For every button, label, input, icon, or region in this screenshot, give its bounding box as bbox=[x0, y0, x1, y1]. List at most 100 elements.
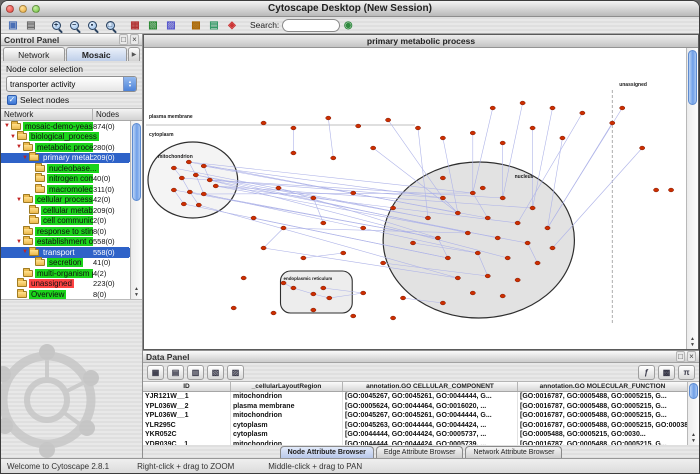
network-node[interactable] bbox=[351, 191, 356, 195]
float-panel-icon[interactable]: □ bbox=[119, 34, 128, 45]
new-network-from-selection-icon[interactable]: ▧ bbox=[145, 18, 161, 33]
network-node[interactable] bbox=[181, 202, 186, 206]
delete-attribute-icon[interactable]: ▧ bbox=[207, 365, 224, 380]
expand-arrow-icon[interactable]: ▼ bbox=[21, 249, 29, 255]
network-node[interactable] bbox=[179, 176, 184, 180]
network-node[interactable] bbox=[311, 196, 316, 200]
network-node[interactable] bbox=[400, 296, 405, 300]
network-node[interactable] bbox=[435, 236, 440, 240]
tree-item[interactable]: ▼mosaic-demo-yeast874(0) bbox=[1, 121, 129, 132]
network-node[interactable] bbox=[193, 173, 198, 177]
network-node[interactable] bbox=[500, 141, 505, 145]
tree-item[interactable]: multi-organism pro...4(2) bbox=[1, 268, 129, 279]
network-vscrollbar-thumb[interactable] bbox=[688, 50, 697, 105]
table-vscrollbar[interactable]: ▲▼ bbox=[687, 382, 699, 445]
tree-item[interactable]: nucleobase... bbox=[1, 163, 129, 174]
expand-arrow-icon[interactable]: ▼ bbox=[3, 123, 11, 129]
tab-overflow-arrow[interactable]: ▶ bbox=[128, 47, 140, 61]
float-data-panel-icon[interactable]: □ bbox=[676, 351, 685, 362]
network-node[interactable] bbox=[361, 226, 366, 230]
tree-item[interactable]: ▼establishment of lo...558(0) bbox=[1, 237, 129, 248]
network-node[interactable] bbox=[505, 256, 510, 260]
network-node[interactable] bbox=[525, 241, 530, 245]
network-node[interactable] bbox=[440, 176, 445, 180]
network-node[interactable] bbox=[361, 291, 366, 295]
zoom-in-icon[interactable]: + bbox=[48, 18, 64, 33]
network-node[interactable] bbox=[530, 206, 535, 210]
network-node[interactable] bbox=[445, 256, 450, 260]
tree-item[interactable]: ▼metabolic process280(0) bbox=[1, 142, 129, 153]
tab-edge-attribute-browser[interactable]: Edge Attribute Browser bbox=[376, 446, 464, 458]
network-node[interactable] bbox=[326, 116, 331, 120]
network-node[interactable] bbox=[550, 246, 555, 250]
network-node[interactable] bbox=[231, 306, 236, 310]
match-attributes-icon[interactable]: ▨ bbox=[227, 365, 244, 380]
tree-item[interactable]: ▼biological_process bbox=[1, 132, 129, 143]
zoom-out-icon[interactable]: − bbox=[66, 18, 82, 33]
network-canvas[interactable]: plasma membranecytoplasmmitochondrionnuc… bbox=[144, 48, 698, 349]
network-node[interactable] bbox=[610, 121, 615, 125]
attribute-combobox[interactable]: transporter activity ▲▼ bbox=[6, 76, 137, 92]
table-row[interactable]: YJR121W__1mitochondrion[GO:0045267, GO:0… bbox=[143, 392, 699, 402]
hide-selected-icon[interactable]: ▦ bbox=[127, 18, 143, 33]
table-vscrollbar-arrows[interactable]: ▲▼ bbox=[688, 432, 699, 444]
open-session-icon[interactable]: ▤ bbox=[23, 18, 39, 33]
expand-arrow-icon[interactable]: ▼ bbox=[15, 197, 23, 203]
network-node[interactable] bbox=[485, 216, 490, 220]
table-row[interactable]: YLR295Ccytoplasm[GO:0045263, GO:0044444,… bbox=[143, 421, 699, 431]
search-options-icon[interactable]: ◉ bbox=[340, 18, 356, 33]
tree-item[interactable]: Overview8(0) bbox=[1, 289, 129, 300]
zoom-selected-icon[interactable]: ▪ bbox=[84, 18, 100, 33]
network-node[interactable] bbox=[261, 246, 266, 250]
tree-column-nodes[interactable]: Nodes bbox=[93, 109, 142, 120]
import-attributes-file-icon[interactable]: ▩ bbox=[658, 365, 675, 380]
network-node[interactable] bbox=[470, 291, 475, 295]
search-input[interactable] bbox=[282, 19, 340, 32]
tree-item[interactable]: nitrogen compo...40(0) bbox=[1, 174, 129, 185]
network-node[interactable] bbox=[187, 190, 192, 194]
select-all-attributes-icon[interactable]: ▦ bbox=[147, 365, 164, 380]
network-node[interactable] bbox=[455, 211, 460, 215]
network-node[interactable] bbox=[356, 124, 361, 128]
network-node[interactable] bbox=[186, 160, 191, 164]
network-node[interactable] bbox=[171, 188, 176, 192]
network-node[interactable] bbox=[440, 136, 445, 140]
new-session-icon[interactable]: ▣ bbox=[5, 18, 21, 33]
network-node[interactable] bbox=[654, 188, 659, 192]
network-node[interactable] bbox=[276, 186, 281, 190]
network-node[interactable] bbox=[301, 256, 306, 260]
tree-scrollbar-arrows[interactable]: ▲▼ bbox=[131, 286, 142, 298]
network-node[interactable] bbox=[500, 196, 505, 200]
network-node[interactable] bbox=[371, 146, 376, 150]
network-node[interactable] bbox=[241, 276, 246, 280]
tab-network[interactable]: Network bbox=[3, 47, 65, 61]
tree-item[interactable]: ▼primary metab...209(0) bbox=[1, 153, 129, 164]
table-row[interactable]: YDR039C__1mitochondrion[GO:0044444, GO:0… bbox=[143, 440, 699, 446]
network-node[interactable] bbox=[410, 241, 415, 245]
network-node[interactable] bbox=[485, 274, 490, 278]
network-node[interactable] bbox=[455, 276, 460, 280]
network-node[interactable] bbox=[470, 191, 475, 195]
table-row[interactable]: YKR052Ccytoplasm[GO:0044444, GO:0044424,… bbox=[143, 430, 699, 440]
tree-scrollbar-thumb[interactable] bbox=[132, 123, 141, 201]
tree-item[interactable]: cellular metabo...209(0) bbox=[1, 205, 129, 216]
network-node[interactable] bbox=[580, 111, 585, 115]
network-node[interactable] bbox=[390, 206, 395, 210]
network-node[interactable] bbox=[291, 151, 296, 155]
network-node[interactable] bbox=[668, 188, 673, 192]
network-node[interactable] bbox=[440, 196, 445, 200]
new-attribute-icon[interactable]: ▥ bbox=[187, 365, 204, 380]
network-node[interactable] bbox=[321, 286, 326, 290]
network-node[interactable] bbox=[327, 296, 332, 300]
tree-column-network[interactable]: Network bbox=[1, 109, 93, 120]
column-header[interactable]: annotation.GO CELLULAR_COMPONENT bbox=[343, 382, 518, 391]
vizmapper-icon[interactable]: ◈ bbox=[224, 18, 240, 33]
network-node[interactable] bbox=[381, 261, 386, 265]
network-node[interactable] bbox=[465, 231, 470, 235]
network-node[interactable] bbox=[470, 131, 475, 135]
network-node[interactable] bbox=[440, 301, 445, 305]
tab-node-attribute-browser[interactable]: Node Attribute Browser bbox=[280, 446, 374, 458]
network-node[interactable] bbox=[535, 261, 540, 265]
close-panel-icon[interactable]: × bbox=[130, 34, 139, 45]
network-node[interactable] bbox=[545, 226, 550, 230]
